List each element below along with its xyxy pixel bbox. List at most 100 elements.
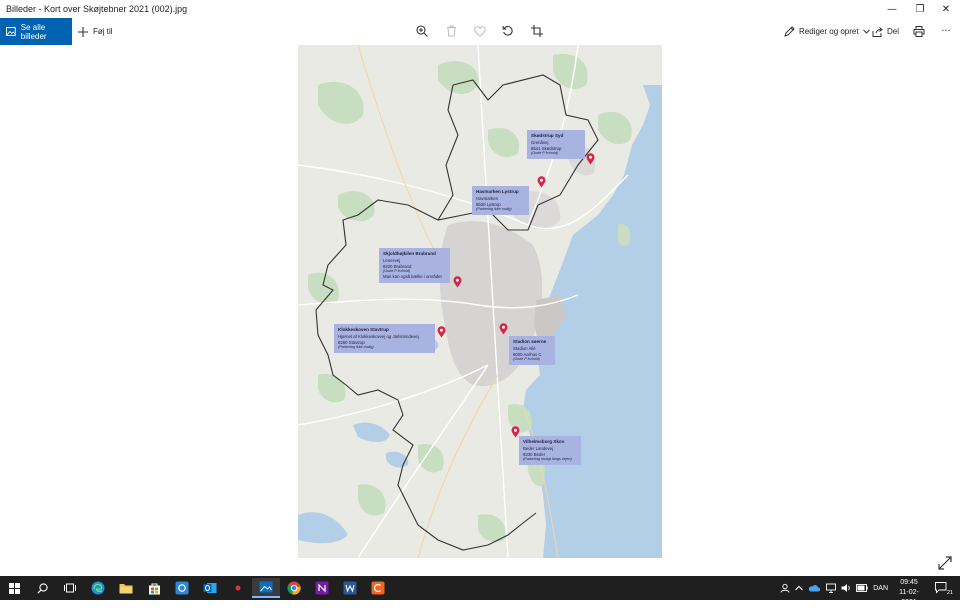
title-bar: Billeder - Kort over Skøjtebner 2021 (00… [0, 0, 960, 18]
network-icon[interactable] [825, 583, 836, 593]
location-address: Hjørnet af Klokkeskovvej og Jarlsmindeve… [338, 333, 419, 339]
map-pin-icon [453, 276, 462, 288]
heart-icon [474, 25, 486, 37]
notification-count: 21 [946, 590, 953, 596]
chrome-icon [287, 581, 301, 595]
zoom-button[interactable] [414, 23, 430, 39]
location-label-stadion: Stadion søerne Stadion Allé 8000 Aarhus … [509, 336, 555, 365]
taskbar-app-red[interactable] [224, 578, 252, 598]
taskbar-store[interactable] [140, 578, 168, 598]
task-view-icon [64, 583, 76, 593]
taskbar-chrome[interactable] [280, 578, 308, 598]
favorite-button[interactable] [472, 23, 488, 39]
share-icon [872, 26, 883, 37]
share-label: Del [887, 27, 900, 36]
map-pin-icon [537, 176, 546, 188]
taskbar-file-explorer[interactable] [112, 578, 140, 598]
location-label-vilhelmsborg: Vilhelmsborg Skov Beder Landevej 8330 Be… [519, 436, 581, 465]
add-to-button[interactable]: Føj til [78, 18, 113, 45]
edit-create-label: Rediger og opret [799, 27, 859, 36]
clock-time: 09:45 [900, 579, 918, 586]
close-button[interactable]: ✕ [932, 0, 960, 18]
taskbar-app[interactable] [168, 578, 196, 598]
system-tray: DAN [780, 576, 888, 600]
start-button[interactable] [0, 578, 28, 598]
input-language[interactable]: DAN [873, 585, 888, 592]
print-button[interactable] [911, 23, 927, 39]
crop-icon [531, 25, 543, 37]
minimize-icon: — [887, 3, 897, 15]
location-name: Klokkeskoven Stavtrup [338, 327, 389, 332]
search-button[interactable] [28, 578, 56, 598]
volume-icon[interactable] [841, 583, 851, 593]
location-note: (Parkering muligt langs vejen) [523, 457, 572, 462]
trash-icon [446, 25, 456, 37]
taskbar-edge[interactable] [84, 578, 112, 598]
location-note: (Gode P forhold) [531, 151, 559, 156]
photos-app-icon [259, 581, 273, 593]
location-label-skodstrup: Skødstrup Syd Grenåvej 8541 Skødstrup (G… [527, 130, 585, 159]
location-label-lystrup: Havmarken Lystrup Havmarken 8520 Lystrup… [472, 186, 529, 215]
edit-icon [784, 26, 795, 37]
location-extra: Man kan også kælke i området [383, 273, 442, 279]
image-viewer: Skødstrup Syd Grenåvej 8541 Skødstrup (G… [0, 45, 960, 576]
more-icon: ··· [941, 25, 951, 37]
task-view-button[interactable] [56, 578, 84, 598]
outlook-icon [203, 583, 217, 593]
location-label-stavtrup: Klokkeskoven Stavtrup Hjørnet af Klokkes… [334, 324, 435, 353]
location-label-brabrand: Skjoldhøjkilen Brabrand Lenesvej 8220 Br… [379, 248, 450, 283]
maximize-button[interactable]: ❐ [906, 0, 934, 18]
map-pin-icon [499, 323, 508, 335]
toolbar: Se alle billeder Føj til Rediger og opre… [0, 18, 960, 45]
clock-date: 11-02-2021 [899, 589, 919, 606]
edge-icon [91, 581, 105, 595]
window-title: Billeder - Kort over Skøjtebner 2021 (00… [6, 4, 188, 14]
battery-icon[interactable] [856, 584, 868, 592]
location-note: (Parkering ikke mulig) [338, 345, 374, 350]
edit-create-button[interactable]: Rediger og opret [784, 18, 870, 45]
close-icon: ✕ [941, 3, 951, 15]
taskbar: DAN 09:45 11-02-2021 21 [0, 576, 960, 606]
chevron-down-icon [862, 29, 870, 34]
onedrive-icon[interactable] [808, 584, 821, 592]
plus-icon [78, 26, 88, 37]
map-image: Skødstrup Syd Grenåvej 8541 Skødstrup (G… [298, 45, 662, 558]
taskbar-onenote[interactable] [308, 578, 336, 598]
system-clock[interactable]: 09:45 11-02-2021 [892, 578, 926, 608]
rotate-icon [502, 26, 513, 36]
see-all-label: Se alle billeder [20, 22, 47, 41]
printer-icon [913, 25, 925, 37]
chevron-up-icon[interactable] [795, 585, 804, 591]
app-icon [235, 585, 241, 591]
store-icon [148, 583, 160, 594]
word-icon [343, 581, 357, 595]
people-icon[interactable] [780, 583, 790, 593]
taskbar-app-orange[interactable] [364, 578, 392, 598]
maximize-icon: ❐ [915, 3, 925, 15]
location-note: (Gode P forhold) [513, 357, 541, 362]
photos-icon [6, 27, 16, 36]
crop-button[interactable] [529, 23, 545, 39]
share-button[interactable]: Del [872, 18, 899, 45]
map-pin-icon [437, 326, 446, 338]
more-button[interactable]: ··· [938, 23, 954, 39]
location-name: Vilhelmsborg Skov [523, 439, 565, 444]
map-pin-icon [511, 426, 520, 438]
minimize-button[interactable]: — [878, 0, 906, 18]
app-icon [175, 581, 189, 595]
action-center-button[interactable]: 21 [930, 578, 954, 598]
fullscreen-icon[interactable] [938, 556, 952, 570]
taskbar-word[interactable] [336, 578, 364, 598]
add-to-label: Føj til [93, 27, 113, 36]
taskbar-photos[interactable] [252, 578, 280, 598]
location-note: (Parkering ikke mulig) [476, 207, 512, 212]
windows-icon [8, 582, 20, 594]
location-name: Skødstrup Syd [531, 133, 564, 138]
app-icon [371, 581, 385, 595]
taskbar-outlook[interactable] [196, 578, 224, 598]
zoom-in-icon [416, 25, 428, 37]
delete-button[interactable] [443, 23, 459, 39]
location-name: Skjoldhøjkilen Brabrand [383, 251, 436, 256]
rotate-button[interactable] [500, 23, 516, 39]
see-all-photos-button[interactable]: Se alle billeder [0, 18, 72, 45]
